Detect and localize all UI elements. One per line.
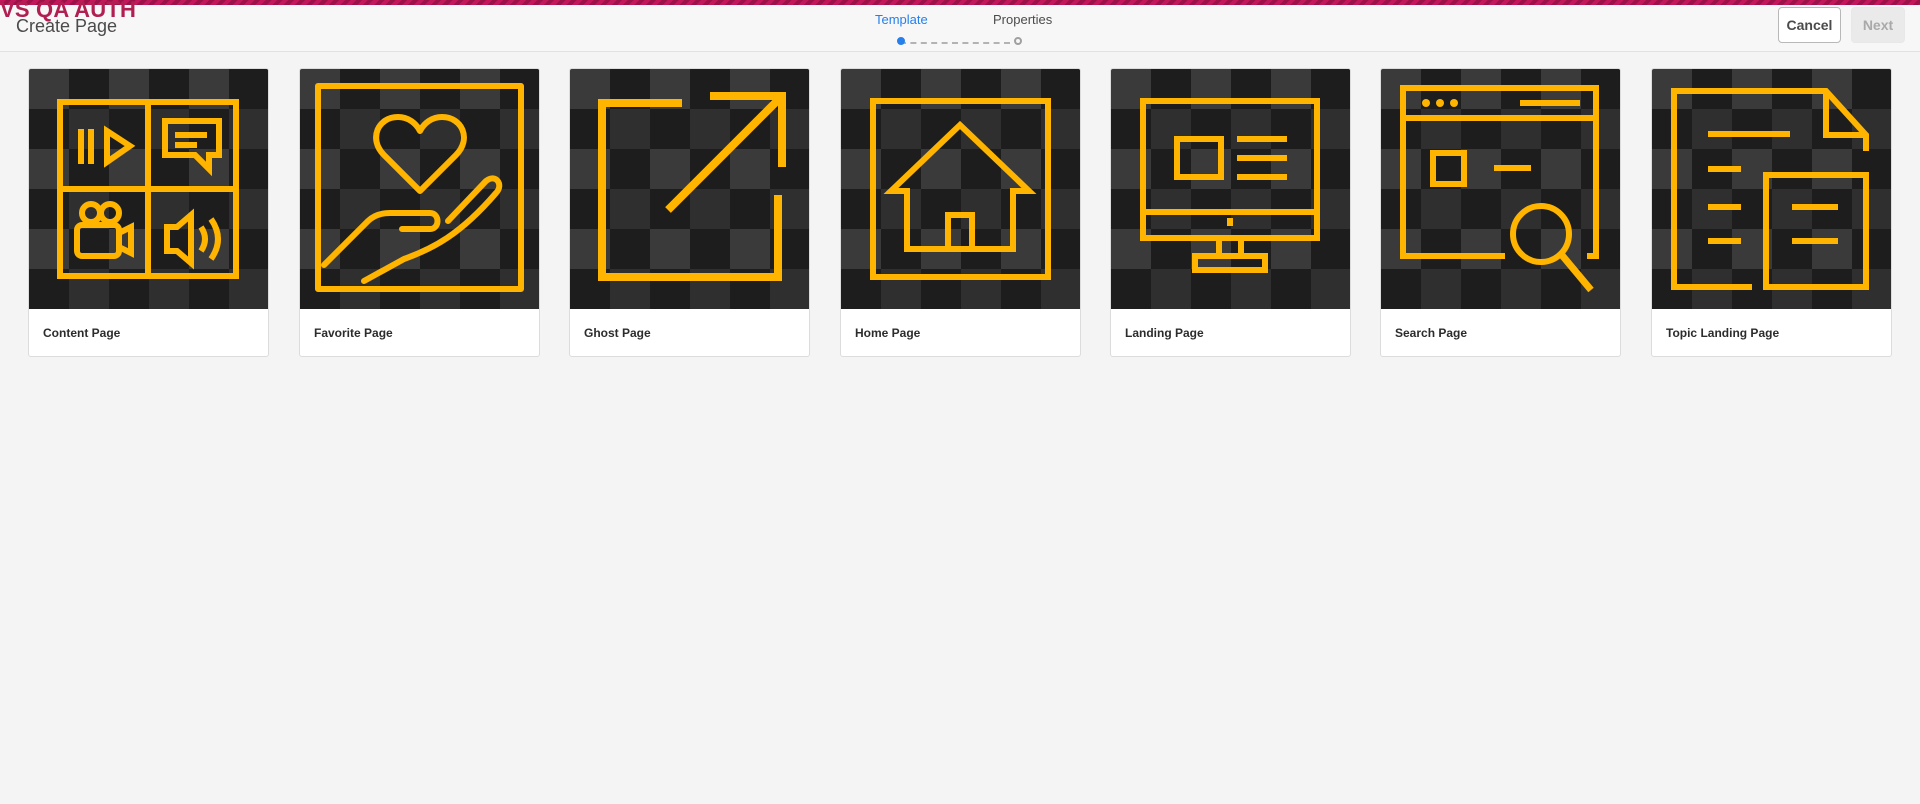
template-label: Favorite Page bbox=[314, 326, 393, 340]
external-link-icon bbox=[598, 92, 786, 281]
template-thumbnail bbox=[570, 69, 809, 309]
template-card-search-page[interactable]: Search Page bbox=[1380, 68, 1621, 357]
template-label: Topic Landing Page bbox=[1666, 326, 1780, 340]
template-thumbnail bbox=[1111, 69, 1350, 309]
step-template[interactable]: Template bbox=[875, 12, 928, 27]
template-card-favorite-page[interactable]: Favorite Page bbox=[299, 68, 540, 357]
cancel-button[interactable]: Cancel bbox=[1778, 7, 1841, 43]
template-label: Content Page bbox=[43, 326, 121, 340]
heart-hand-icon bbox=[315, 83, 524, 292]
template-thumbnail bbox=[1652, 69, 1891, 309]
wizard-steps: Template Properties bbox=[870, 12, 1060, 48]
template-thumbnail bbox=[300, 69, 539, 309]
template-card-landing-page[interactable]: Landing Page bbox=[1110, 68, 1351, 357]
template-card-ghost-page[interactable]: Ghost Page bbox=[569, 68, 810, 357]
desktop-monitor-icon bbox=[1140, 98, 1320, 273]
page-title: Create Page bbox=[16, 16, 118, 36]
template-thumbnail bbox=[1381, 69, 1620, 309]
step-properties[interactable]: Properties bbox=[993, 12, 1052, 27]
browser-search-icon bbox=[1400, 85, 1599, 293]
step-properties-dot bbox=[1014, 37, 1022, 45]
home-icon bbox=[870, 98, 1051, 280]
template-label: Home Page bbox=[855, 326, 921, 340]
template-card-home-page[interactable]: Home Page bbox=[840, 68, 1081, 357]
next-button[interactable]: Next bbox=[1851, 7, 1905, 43]
page-header: VS QA AUTH Create Page Template Properti… bbox=[0, 0, 1920, 52]
template-label: Search Page bbox=[1395, 326, 1468, 340]
template-thumbnail bbox=[29, 69, 268, 309]
template-card-topic-landing-page[interactable]: Topic Landing Page bbox=[1651, 68, 1892, 357]
template-thumbnail bbox=[841, 69, 1080, 309]
step-progress-track bbox=[900, 42, 1010, 44]
documents-icon bbox=[1671, 88, 1869, 290]
template-label: Ghost Page bbox=[584, 326, 651, 340]
template-label: Landing Page bbox=[1125, 326, 1204, 340]
media-grid-icon bbox=[57, 99, 239, 279]
step-template-dot bbox=[897, 37, 905, 45]
template-card-content-page[interactable]: Content Page bbox=[28, 68, 269, 357]
template-list: Content Page Favorite Page Ghost Page Ho… bbox=[28, 68, 1892, 358]
